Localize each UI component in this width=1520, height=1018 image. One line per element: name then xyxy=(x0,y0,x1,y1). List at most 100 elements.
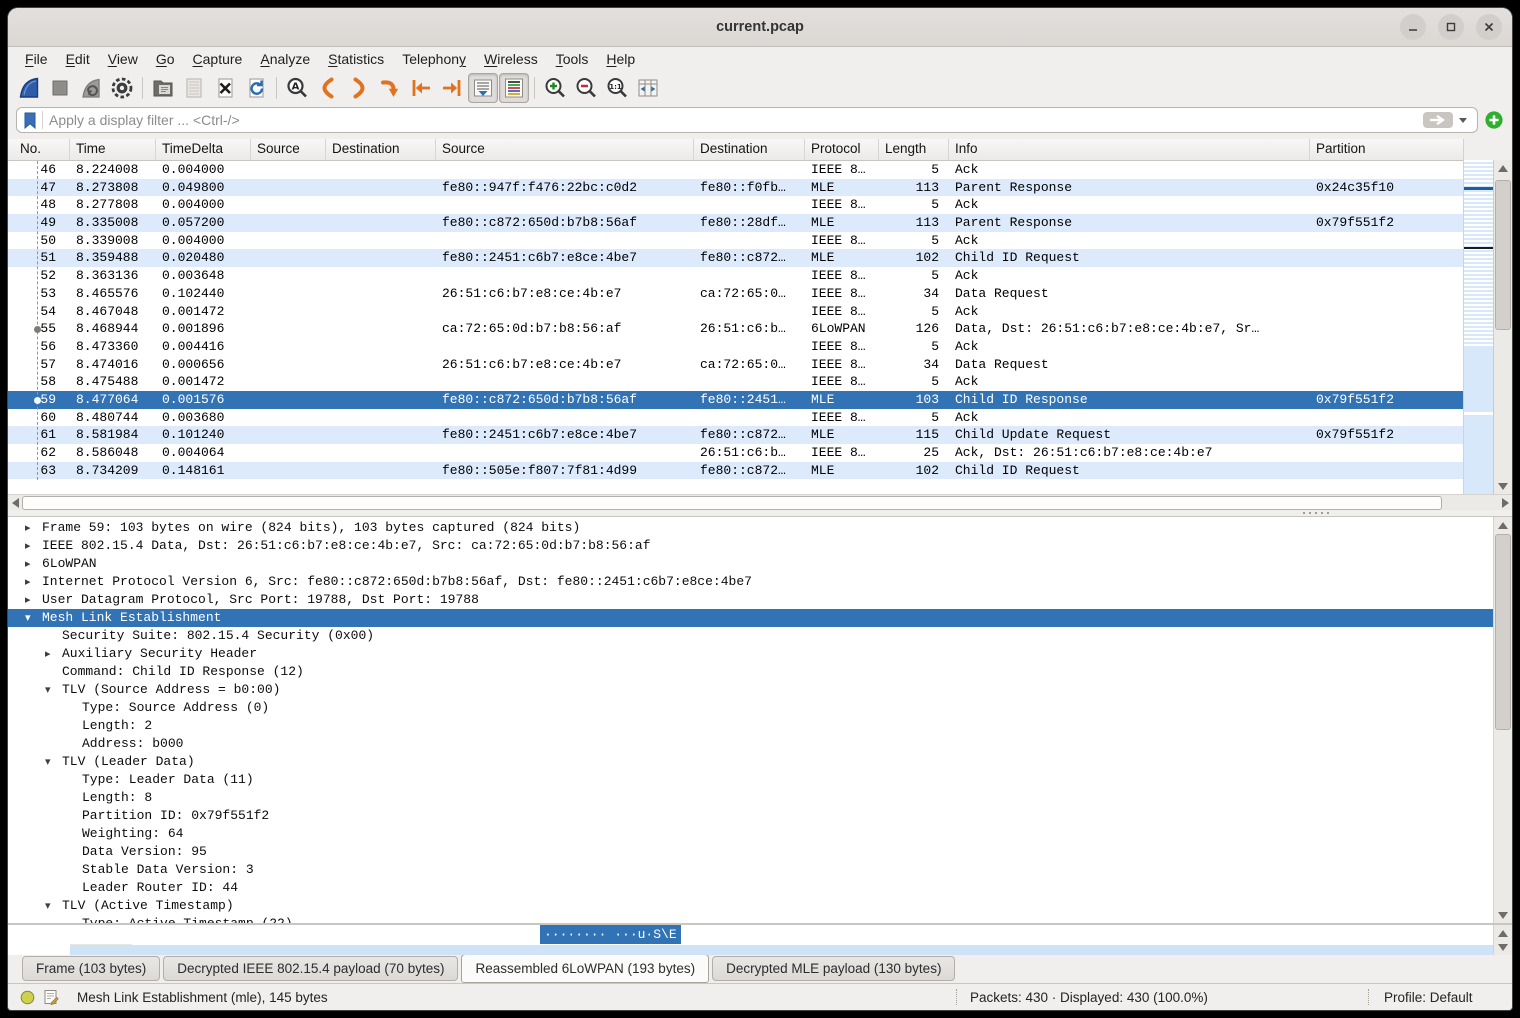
detail-line[interactable]: ▸Frame 59: 103 bytes on wire (824 bits),… xyxy=(8,519,1493,537)
menu-file[interactable]: File xyxy=(16,49,57,69)
column-header-length[interactable]: Length xyxy=(879,139,949,160)
scroll-right-arrow-icon[interactable] xyxy=(1498,495,1512,510)
expander-closed-icon[interactable]: ▸ xyxy=(25,537,31,555)
bytes-vscrollbar[interactable] xyxy=(1493,925,1512,955)
byte-tab-inactive[interactable]: Decrypted MLE payload (130 bytes) xyxy=(712,956,955,981)
close-file-button[interactable] xyxy=(210,73,240,103)
zoom-in-button[interactable] xyxy=(540,73,570,103)
scroll-down-arrow-icon[interactable] xyxy=(1494,478,1512,494)
go-forward-button[interactable] xyxy=(344,73,374,103)
go-first-packet-button[interactable] xyxy=(406,73,436,103)
detail-line[interactable]: Command: Child ID Response (12) xyxy=(8,663,1493,681)
menu-capture[interactable]: Capture xyxy=(184,49,252,69)
detail-line[interactable]: ▸User Datagram Protocol, Src Port: 19788… xyxy=(8,591,1493,609)
auto-scroll-button[interactable] xyxy=(468,73,498,103)
detail-line[interactable]: ▸IEEE 802.15.4 Data, Dst: 26:51:c6:b7:e8… xyxy=(8,537,1493,555)
detail-line[interactable]: ▾TLV (Active Timestamp) xyxy=(8,897,1493,915)
packet-row-49[interactable]: 498.3350080.057200fe80::c872:650d:b7b8:5… xyxy=(8,214,1463,232)
packet-list-hscrollbar[interactable] xyxy=(8,494,1512,510)
title-bar[interactable]: current.pcap xyxy=(8,8,1512,47)
go-to-packet-button[interactable] xyxy=(375,73,405,103)
open-file-button[interactable] xyxy=(148,73,178,103)
detail-line[interactable]: Length: 2 xyxy=(8,717,1493,735)
expander-open-icon[interactable]: ▾ xyxy=(25,609,31,627)
menu-go[interactable]: Go xyxy=(147,49,184,69)
detail-line[interactable]: Type: Source Address (0) xyxy=(8,699,1493,717)
zoom-original-button[interactable]: 1:1 xyxy=(602,73,632,103)
menu-view[interactable]: View xyxy=(99,49,147,69)
expander-open-icon[interactable]: ▾ xyxy=(45,897,51,915)
display-filter-input[interactable] xyxy=(43,112,1423,128)
start-capture-button[interactable] xyxy=(14,73,44,103)
packet-row-58[interactable]: 588.4754880.001472IEEE 8…5Ack xyxy=(8,373,1463,391)
expander-closed-icon[interactable]: ▸ xyxy=(25,591,31,609)
column-header-time[interactable]: Time xyxy=(70,139,156,160)
scroll-down-arrow-icon[interactable] xyxy=(1494,907,1512,923)
detail-line[interactable]: Data Version: 95 xyxy=(8,843,1493,861)
reload-file-button[interactable] xyxy=(241,73,271,103)
packet-row-54[interactable]: 548.4670480.001472IEEE 8…5Ack xyxy=(8,303,1463,321)
find-packet-button[interactable]: A xyxy=(282,73,312,103)
packet-row-55[interactable]: 558.4689440.001896ca:72:65:0d:b7:b8:56:a… xyxy=(8,320,1463,338)
packet-row-47[interactable]: 478.2738080.049800fe80::947f:f476:22bc:c… xyxy=(8,179,1463,197)
detail-line[interactable]: ▸Internet Protocol Version 6, Src: fe80:… xyxy=(8,573,1493,591)
expander-closed-icon[interactable]: ▸ xyxy=(25,555,31,573)
apply-filter-button[interactable] xyxy=(1423,112,1453,128)
resize-columns-button[interactable] xyxy=(633,73,663,103)
detail-line[interactable]: ▸6LoWPAN xyxy=(8,555,1493,573)
detail-line[interactable]: ▾TLV (Source Address = b0:00) xyxy=(8,681,1493,699)
column-header-source[interactable]: Source xyxy=(436,139,694,160)
list-details-splitter[interactable] xyxy=(8,510,1512,516)
menu-telephony[interactable]: Telephony xyxy=(393,49,475,69)
vscroll-thumb[interactable] xyxy=(1495,180,1511,330)
close-button[interactable] xyxy=(1476,14,1502,40)
expander-closed-icon[interactable]: ▸ xyxy=(25,573,31,591)
detail-line[interactable]: Type: Leader Data (11) xyxy=(8,771,1493,789)
column-header-timedelta[interactable]: TimeDelta xyxy=(156,139,251,160)
column-header-protocol[interactable]: Protocol xyxy=(805,139,879,160)
capture-comment-button[interactable] xyxy=(43,989,59,1005)
packet-row-57[interactable]: 578.4740160.00065626:51:c6:b7:e8:ce:4b:e… xyxy=(8,356,1463,374)
hex-ascii-selected[interactable]: ········ ···u·S\E xyxy=(540,925,681,944)
byte-tab-inactive[interactable]: Decrypted IEEE 802.15.4 payload (70 byte… xyxy=(163,956,458,981)
expander-open-icon[interactable]: ▾ xyxy=(45,681,51,699)
display-filter-box[interactable] xyxy=(16,107,1478,133)
byte-tab-inactive[interactable]: Frame (103 bytes) xyxy=(22,956,160,981)
intelligent-scrollbar-minimap[interactable] xyxy=(1464,160,1494,494)
expander-open-icon[interactable]: ▾ xyxy=(45,753,51,771)
scroll-up-arrow-icon[interactable] xyxy=(1494,160,1512,176)
colorize-packets-button[interactable] xyxy=(499,73,529,103)
maximize-button[interactable] xyxy=(1438,14,1464,40)
minimize-button[interactable] xyxy=(1400,14,1426,40)
scroll-up-arrow-icon[interactable] xyxy=(1494,517,1512,533)
packet-row-56[interactable]: 568.4733600.004416IEEE 8…5Ack xyxy=(8,338,1463,356)
detail-line[interactable]: Weighting: 64 xyxy=(8,825,1493,843)
hex-row[interactable]: 003000 15 0d 00 00 00 00 00 00 00 01 75 … xyxy=(8,925,1493,944)
detail-line[interactable]: ▾TLV (Leader Data) xyxy=(8,753,1493,771)
menu-help[interactable]: Help xyxy=(597,49,644,69)
scroll-left-arrow-icon[interactable] xyxy=(8,495,22,510)
scroll-down-arrow-icon[interactable] xyxy=(1494,939,1512,955)
resize-grip[interactable] xyxy=(1499,997,1509,1007)
menu-wireless[interactable]: Wireless xyxy=(475,49,547,69)
packet-row-48[interactable]: 488.2778080.004000IEEE 8…5Ack xyxy=(8,196,1463,214)
column-header-no[interactable]: No. xyxy=(8,139,70,160)
filter-bookmark-icon[interactable] xyxy=(21,111,43,129)
details-vscroll-thumb[interactable] xyxy=(1495,534,1511,730)
packet-list-vscrollbar[interactable] xyxy=(1494,160,1512,494)
column-header-source[interactable]: Source xyxy=(251,139,326,160)
expert-info-button[interactable] xyxy=(20,990,35,1005)
packet-row-46[interactable]: 468.2240080.004000IEEE 8…5Ack xyxy=(8,161,1463,179)
expander-closed-icon[interactable]: ▸ xyxy=(45,645,51,663)
details-vscrollbar[interactable] xyxy=(1493,517,1512,923)
add-filter-button[interactable] xyxy=(1484,110,1504,130)
detail-line[interactable]: Partition ID: 0x79f551f2 xyxy=(8,807,1493,825)
packet-row-62[interactable]: 628.5860480.00406426:51:c6:b…IEEE 8…25Ac… xyxy=(8,444,1463,462)
detail-line[interactable]: Stable Data Version: 3 xyxy=(8,861,1493,879)
detail-line[interactable]: Address: b000 xyxy=(8,735,1493,753)
menu-tools[interactable]: Tools xyxy=(547,49,598,69)
packet-row-51[interactable]: 518.3594880.020480fe80::2451:c6b7:e8ce:4… xyxy=(8,249,1463,267)
column-header-destination[interactable]: Destination xyxy=(694,139,805,160)
capture-options-button[interactable] xyxy=(107,73,137,103)
detail-line[interactable]: Length: 8 xyxy=(8,789,1493,807)
